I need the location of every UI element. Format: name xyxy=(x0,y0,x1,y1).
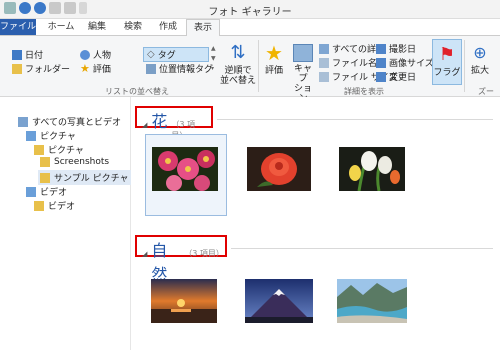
folder-icon xyxy=(12,63,22,74)
group-divider xyxy=(217,119,493,120)
show-date-modified-button[interactable]: 変更日 xyxy=(376,70,416,83)
ribbon: 日付 フォルダー 人物 ★ 評価 ◇ タグ 位置情報タグ ▲ ▼ ▾ ⇅ 逆順で 並… xyxy=(0,36,500,107)
group-header-flowers[interactable]: ◢ 花 （3 項目） xyxy=(135,106,213,140)
show-file-name-button[interactable]: ファイル名 xyxy=(319,56,377,69)
tab-search[interactable]: 検索 xyxy=(118,19,148,35)
photo-thumbnail-flowers xyxy=(152,147,218,191)
photo-tile[interactable] xyxy=(239,265,319,335)
group-header-nature[interactable]: ◢ 自然 （3 項目） xyxy=(135,235,227,284)
person-icon xyxy=(80,49,90,60)
collapse-triangle-icon[interactable]: ◢ xyxy=(142,121,147,129)
gallery-icon xyxy=(18,116,28,127)
tab-file[interactable]: ファイル xyxy=(0,19,36,35)
videos-library-icon xyxy=(26,186,36,197)
show-caption-button[interactable]: キャプ ション xyxy=(290,42,316,104)
ribbon-separator xyxy=(258,40,259,92)
folder-icon xyxy=(34,200,44,211)
photo-thumbnail-sunset xyxy=(151,279,217,323)
flag-icon: ⚑ xyxy=(438,44,456,65)
photo-thumbnail-mountain xyxy=(245,279,313,323)
date-modified-icon xyxy=(376,71,386,82)
photo-tile[interactable] xyxy=(145,265,225,335)
reverse-sort-button[interactable]: ⇅ 逆順で 並べ替え xyxy=(220,42,256,86)
details-group-label: 詳細を表示 xyxy=(344,87,384,96)
nav-videos-folder[interactable]: ビデオ xyxy=(34,199,75,212)
nav-all-photos-videos[interactable]: すべての写真とビデオ xyxy=(18,115,121,128)
photo-grid: ◢ 花 （3 項目） xyxy=(131,97,500,350)
image-size-icon xyxy=(376,57,386,68)
folder-icon xyxy=(40,172,50,183)
show-rating-button[interactable]: ★ 評価 xyxy=(262,42,286,76)
sort-gallery-scroll[interactable]: ▲ ▼ ▾ xyxy=(211,44,217,76)
folder-icon xyxy=(34,144,44,155)
location-tag-icon xyxy=(146,63,156,74)
nav-videos[interactable]: ビデオ xyxy=(26,185,67,198)
navigation-pane: すべての写真とビデオ ピクチャ ピクチャ Screenshots サンプル ピク… xyxy=(0,97,131,350)
star-icon: ★ xyxy=(80,62,90,75)
tab-create[interactable]: 作成 xyxy=(153,19,183,35)
nav-pictures-folder[interactable]: ピクチャ xyxy=(34,143,84,156)
file-name-icon xyxy=(319,57,329,68)
nav-screenshots-folder[interactable]: Screenshots xyxy=(40,157,109,167)
tab-home[interactable]: ホーム xyxy=(44,19,78,35)
nav-pictures[interactable]: ピクチャ xyxy=(26,129,76,142)
sort-by-rating-button[interactable]: ★ 評価 xyxy=(80,62,111,75)
rating-star-icon: ★ xyxy=(265,41,283,65)
magnifier-plus-icon: ⊕ xyxy=(473,43,487,62)
photo-thumbnail-lilies xyxy=(339,147,405,191)
photo-thumbnail-river xyxy=(337,279,407,323)
group-divider xyxy=(231,248,493,249)
sort-by-folder-button[interactable]: フォルダー xyxy=(12,62,70,75)
date-taken-icon xyxy=(376,43,386,54)
reverse-order-icon: ⇅ xyxy=(230,42,246,63)
sort-by-location-tag-button[interactable]: 位置情報タグ xyxy=(146,62,213,75)
tab-view[interactable]: 表示 xyxy=(186,19,220,37)
sort-by-date-button[interactable]: 日付 xyxy=(12,48,43,61)
nav-sample-pictures-folder[interactable]: サンプル ピクチャ xyxy=(38,170,131,185)
show-flag-button[interactable]: ⚑ フラグ xyxy=(432,39,462,85)
sort-by-tag-button[interactable]: ◇ タグ xyxy=(143,47,209,62)
photo-thumbnail-rose xyxy=(247,147,311,191)
photo-tile[interactable] xyxy=(335,135,415,215)
title-bar: フォト ギャラリー xyxy=(0,0,500,19)
ribbon-separator xyxy=(464,40,465,92)
group-count: （3 項目） xyxy=(184,249,224,258)
caption-icon xyxy=(293,44,313,62)
collapse-triangle-icon[interactable]: ◢ xyxy=(142,250,147,258)
sort-by-people-button[interactable]: 人物 xyxy=(80,48,111,61)
group-title: 花 xyxy=(151,112,168,131)
photo-tile[interactable] xyxy=(331,265,415,335)
tab-edit[interactable]: 編集 xyxy=(82,19,112,35)
zoom-in-button[interactable]: ⊕ 拡大 xyxy=(468,42,492,76)
file-size-icon xyxy=(319,71,329,82)
ribbon-tabs: ファイル ホーム 編集 検索 作成 表示 xyxy=(0,19,500,37)
window-title: フォト ギャラリー xyxy=(208,7,292,18)
calendar-icon xyxy=(12,49,22,60)
show-date-taken-button[interactable]: 撮影日 xyxy=(376,42,416,55)
folder-icon xyxy=(40,157,50,167)
photo-tile[interactable] xyxy=(145,134,227,216)
pictures-library-icon xyxy=(26,130,36,141)
sort-group-label: リストの並べ替え xyxy=(105,87,169,96)
show-image-size-button[interactable]: 画像サイズ xyxy=(376,56,434,69)
tag-icon: ◇ xyxy=(147,49,155,60)
details-icon xyxy=(319,43,329,54)
photo-tile[interactable] xyxy=(241,135,321,215)
